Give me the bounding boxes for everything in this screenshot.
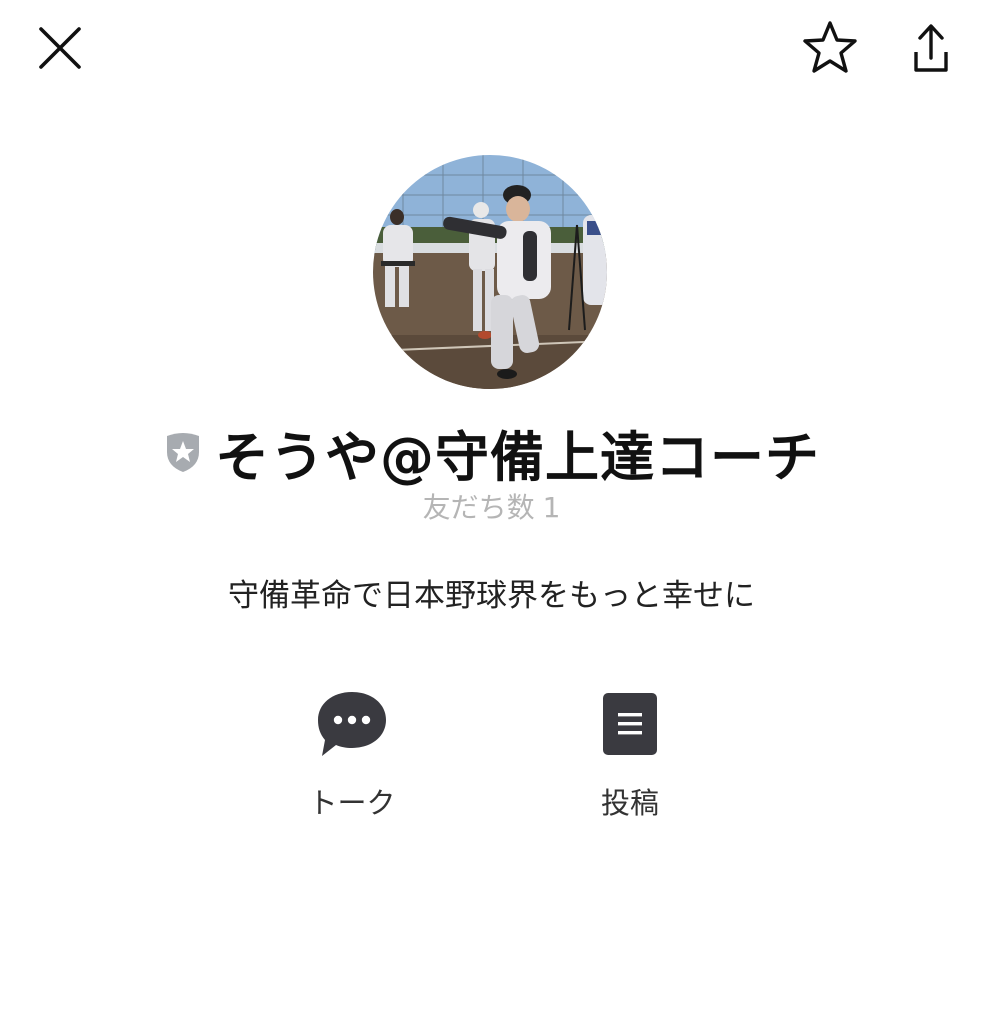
close-button[interactable] <box>24 12 96 84</box>
talk-label: トーク <box>308 786 396 820</box>
favorite-button[interactable] <box>794 12 866 84</box>
share-button[interactable] <box>890 10 966 86</box>
profile-photo <box>373 155 607 389</box>
friends-number: 1 <box>542 491 561 524</box>
account-name: そうや@守備上達コーチ <box>215 425 820 489</box>
post-list-icon <box>590 682 670 766</box>
profile-screen: そうや@守備上達コーチ 友だち数 1 守備革命で日本野球界をもっと幸せに トーク … <box>0 0 983 1024</box>
posts-button[interactable]: 投稿 <box>550 682 710 822</box>
posts-label: 投稿 <box>600 786 659 820</box>
chat-bubble-icon <box>312 682 392 766</box>
friends-count: 友だち数 1 <box>0 486 983 526</box>
profile-avatar[interactable] <box>373 155 607 389</box>
talk-button[interactable]: トーク <box>272 682 432 822</box>
friends-label: 友だち数 <box>422 491 535 524</box>
status-message: 守備革命で日本野球界をもっと幸せに <box>228 578 755 614</box>
shield-star-icon <box>163 430 203 474</box>
profile-name-row: そうや@守備上達コーチ <box>0 414 983 490</box>
star-icon <box>803 21 857 73</box>
close-icon <box>39 27 81 69</box>
share-icon <box>914 24 948 72</box>
